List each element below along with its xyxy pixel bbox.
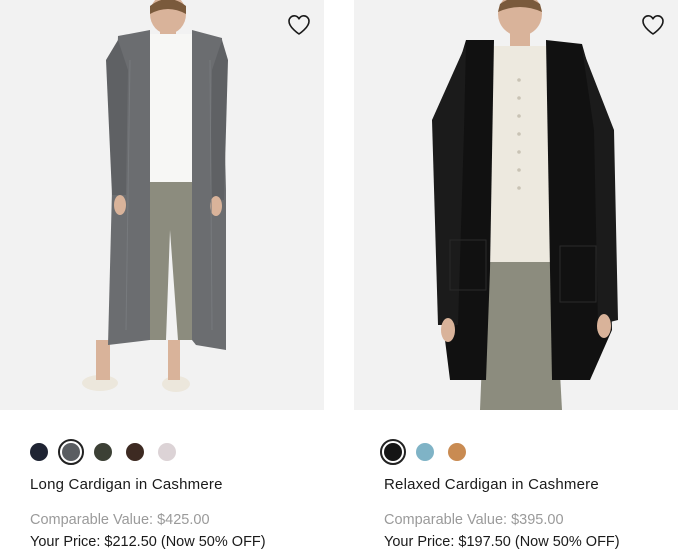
your-price-label: Your Price: [30,534,101,550]
swatch-brown[interactable] [126,443,144,461]
color-swatches [380,439,466,465]
comparable-price: $395.00 [511,512,564,528]
discount-text: (Now 50% OFF) [160,534,266,550]
product-image[interactable] [354,0,678,410]
discount-text: (Now 50% OFF) [514,534,620,550]
wishlist-heart-icon[interactable] [640,12,666,38]
product-card-long-cardigan[interactable]: Long Cardigan in Cashmere Comparable Val… [0,0,324,550]
your-price: Your Price: $197.50 (Now 50% OFF) [384,534,620,550]
product-name[interactable]: Relaxed Cardigan in Cashmere [384,476,599,493]
color-swatches [30,439,176,465]
model-figure-black-cardigan [432,0,618,410]
comparable-label: Comparable Value: [384,512,508,528]
product-image[interactable] [0,0,324,410]
swatch-navy[interactable] [30,443,48,461]
swatch-pale-pink[interactable] [158,443,176,461]
comparable-label: Comparable Value: [30,512,154,528]
product-name[interactable]: Long Cardigan in Cashmere [30,476,223,493]
product-card-relaxed-cardigan[interactable]: Relaxed Cardigan in Cashmere Comparable … [354,0,678,550]
your-price-label: Your Price: [384,534,455,550]
swatch-grey-selected[interactable] [58,439,84,465]
swatch-camel[interactable] [448,443,466,461]
your-price-value: $197.50 [458,534,511,550]
your-price: Your Price: $212.50 (Now 50% OFF) [30,534,266,550]
swatch-light-blue[interactable] [416,443,434,461]
model-figure-grey-cardigan [82,0,228,392]
comparable-value: Comparable Value: $395.00 [384,512,564,528]
comparable-value: Comparable Value: $425.00 [30,512,210,528]
comparable-price: $425.00 [157,512,210,528]
your-price-value: $212.50 [104,534,157,550]
wishlist-heart-icon[interactable] [286,12,312,38]
swatch-black-selected[interactable] [380,439,406,465]
swatch-olive[interactable] [94,443,112,461]
